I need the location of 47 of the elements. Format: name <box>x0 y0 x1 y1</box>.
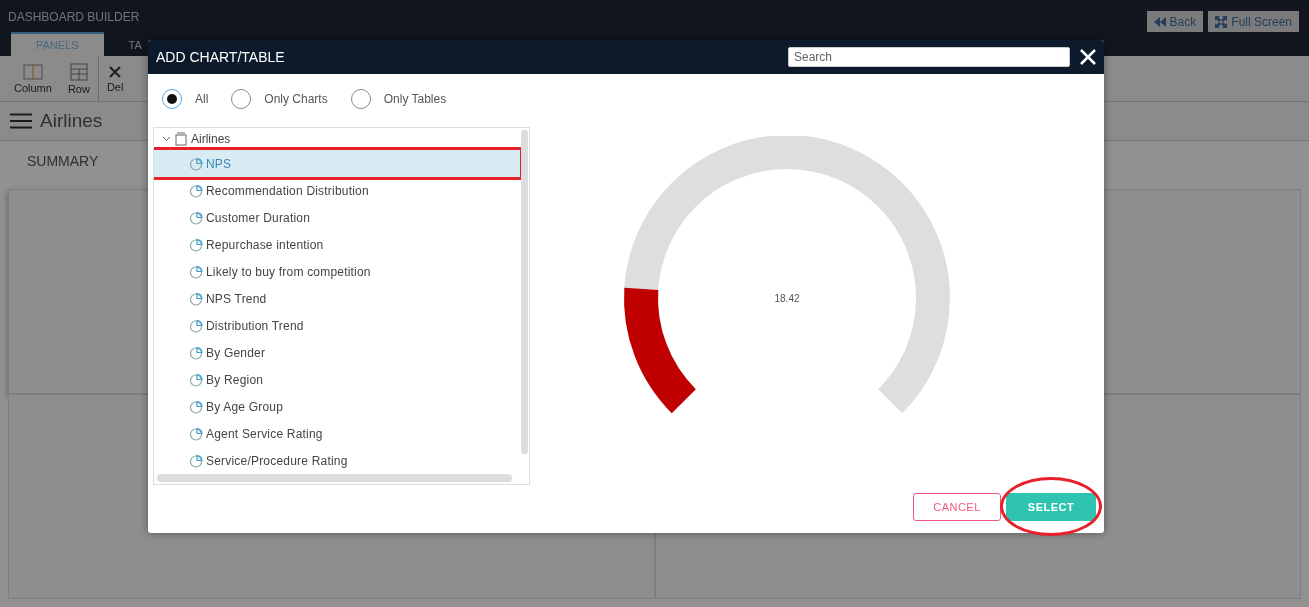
tree-item[interactable]: Service/Procedure Rating <box>154 447 520 474</box>
pie-chart-icon <box>189 210 203 225</box>
chevron-icon <box>162 136 171 142</box>
pie-chart-icon <box>189 453 203 468</box>
database-icon <box>175 132 187 146</box>
scrollbar[interactable] <box>521 130 528 454</box>
pie-chart-icon <box>189 426 203 441</box>
pie-chart-icon <box>189 183 203 198</box>
tree-item[interactable]: Customer Duration <box>154 204 520 231</box>
tree-folder[interactable]: Airlines <box>154 128 529 150</box>
section-tab[interactable]: SUMMARY <box>27 153 99 169</box>
tree-item[interactable]: By Gender <box>154 339 520 366</box>
tree-item[interactable]: Recommendation Distribution <box>154 177 520 204</box>
pie-chart-icon <box>189 372 203 387</box>
rewind-icon <box>1153 16 1166 27</box>
pie-chart-icon <box>189 291 203 306</box>
columns-icon <box>22 63 43 80</box>
rows-icon <box>69 62 88 81</box>
tree-item[interactable]: NPS Trend <box>154 285 520 312</box>
pie-chart-icon <box>189 318 203 333</box>
expand-icon <box>1215 15 1228 28</box>
pie-chart-icon <box>189 399 203 414</box>
pie-chart-icon <box>189 237 203 252</box>
tree-item[interactable]: By Region <box>154 366 520 393</box>
scrollbar[interactable] <box>157 474 512 482</box>
toolbar-button[interactable]: Row <box>59 56 98 101</box>
pie-chart-icon <box>189 345 203 360</box>
close-icon <box>108 64 123 79</box>
filter-radio[interactable]: Only Tables <box>350 88 447 110</box>
close-icon[interactable] <box>1080 49 1096 65</box>
pie-chart-icon <box>189 264 203 279</box>
tree-item[interactable]: By Age Group <box>154 393 520 420</box>
gauge-value: 18.42 <box>774 293 800 304</box>
pie-chart-icon <box>189 156 203 171</box>
dialog-title: ADD CHART/TABLE <box>156 49 286 65</box>
tree-item[interactable]: Likely to buy from competition <box>154 258 520 285</box>
filter-radio[interactable]: Only Charts <box>231 88 328 110</box>
app-title: DASHBOARD BUILDER <box>8 10 140 24</box>
tree-item[interactable]: Repurchase intention <box>154 231 520 258</box>
toolbar-button[interactable]: Column <box>6 56 60 101</box>
tree-item[interactable]: Distribution Trend <box>154 312 520 339</box>
filter-radio[interactable]: All <box>162 88 209 110</box>
toolbar-button[interactable]: Del <box>97 56 132 101</box>
dashboard-title: Airlines <box>40 110 103 132</box>
tree-item[interactable]: Agent Service Rating <box>154 420 520 447</box>
menu-icon <box>10 113 32 129</box>
search-field[interactable]: Search <box>788 47 1070 67</box>
